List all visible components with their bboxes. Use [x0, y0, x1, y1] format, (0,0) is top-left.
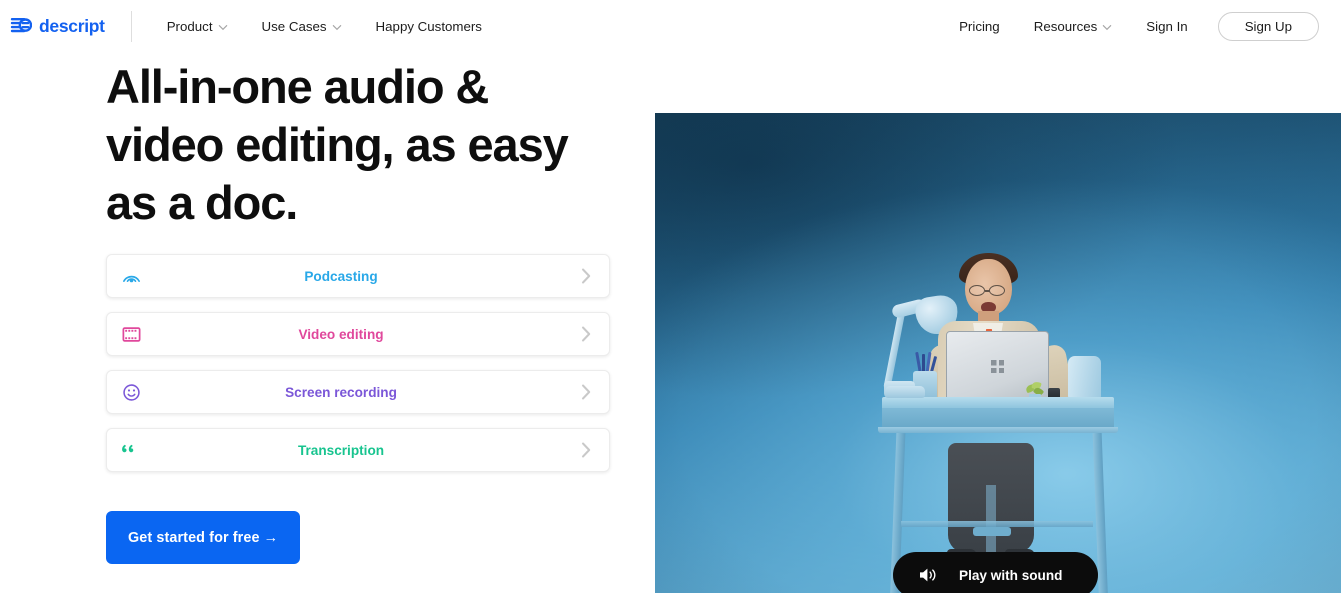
feature-card-podcasting[interactable]: Podcasting: [106, 254, 610, 298]
hero-section: All-in-one audio & video editing, as eas…: [0, 52, 1341, 593]
nav-primary-links: Product Use Cases Happy Customers: [150, 13, 499, 40]
nav-secondary-links: Pricing Resources Sign In Sign Up: [942, 11, 1319, 41]
feature-card-transcription-label: Transcription: [297, 442, 385, 458]
nav-item-product-label: Product: [166, 18, 213, 34]
play-with-sound-button[interactable]: Play with sound: [893, 552, 1098, 593]
nav-item-resources[interactable]: Resources: [1017, 13, 1130, 40]
nav-item-use-cases-label: Use Cases: [261, 18, 327, 34]
nav-item-resources-label: Resources: [1033, 18, 1098, 34]
feature-card-video-editing[interactable]: Video editing: [106, 312, 610, 356]
descript-waveform-logo-icon: [10, 18, 32, 33]
feature-card-screen-recording[interactable]: Screen recording: [106, 370, 610, 414]
speaker-volume-icon: [920, 568, 936, 582]
get-started-button[interactable]: Get started for free →: [106, 511, 301, 564]
chevron-right-icon: [563, 324, 609, 344]
hero-video-player[interactable]: Play with sound: [655, 113, 1341, 593]
brand-name: descript: [39, 15, 105, 36]
nav-item-pricing[interactable]: Pricing: [942, 13, 1017, 40]
page-title: All-in-one audio & video editing, as eas…: [106, 60, 569, 229]
sign-up-button-label: Sign Up: [1244, 18, 1292, 34]
chevron-right-icon: [563, 266, 609, 286]
nav-item-product[interactable]: Product: [150, 13, 245, 40]
nav-item-happy-customers-label: Happy Customers: [375, 18, 482, 34]
brand-logo-link[interactable]: descript: [8, 15, 105, 37]
chevron-down-icon: [332, 24, 341, 30]
play-with-sound-label: Play with sound: [959, 567, 1063, 583]
nav-item-pricing-label: Pricing: [959, 18, 1000, 34]
video-vignette: [655, 113, 1341, 593]
feature-card-screen-recording-label: Screen recording: [285, 384, 397, 400]
chevron-down-icon: [1102, 24, 1112, 30]
nav-item-sign-in[interactable]: Sign In: [1129, 13, 1204, 40]
nav-divider: [130, 10, 132, 42]
nav-item-happy-customers[interactable]: Happy Customers: [359, 13, 499, 40]
chevron-right-icon: [563, 382, 609, 402]
feature-card-video-editing-label: Video editing: [298, 326, 384, 342]
chevron-down-icon: [218, 24, 227, 30]
feature-link-list: Podcasting Video editing Screen recordin…: [106, 254, 610, 472]
feature-card-podcasting-label: Podcasting: [304, 268, 378, 284]
top-navigation-bar: descript Product Use Cases Happy Custome…: [0, 0, 1341, 52]
hero-left-column: All-in-one audio & video editing, as eas…: [106, 52, 626, 564]
nav-item-sign-in-label: Sign In: [1146, 18, 1188, 34]
sign-up-button[interactable]: Sign Up: [1217, 11, 1319, 41]
nav-item-use-cases[interactable]: Use Cases: [245, 13, 359, 40]
feature-card-transcription[interactable]: Transcription: [106, 428, 610, 472]
chevron-right-icon: [563, 440, 609, 460]
